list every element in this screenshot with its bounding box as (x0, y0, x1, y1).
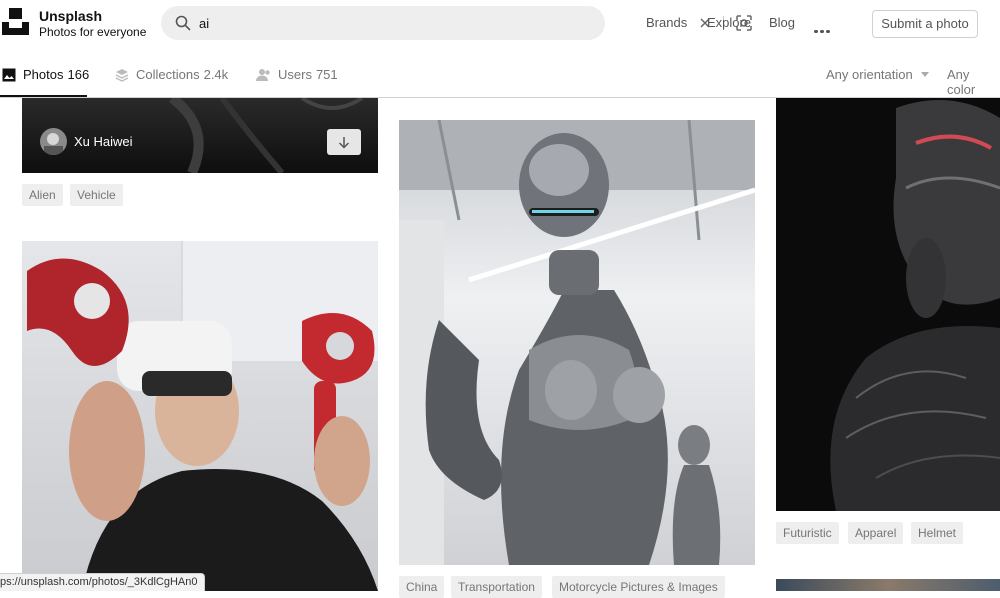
brand-tagline: Photos for everyone (39, 25, 147, 39)
status-bar-url: ps://unsplash.com/photos/_3KdlCgHAn0 (0, 573, 205, 591)
tab-photos[interactable]: Photos 166 (2, 67, 89, 82)
orientation-filter-label: Any orientation (826, 67, 913, 82)
search-icon[interactable] (175, 15, 191, 31)
tab-photos-label: Photos (23, 67, 64, 82)
top-navigation: Unsplash Photos for everyone Brands Expl… (0, 0, 1000, 46)
submit-photo-button[interactable]: Submit a photo (872, 10, 978, 38)
photo-card-robot[interactable] (399, 120, 755, 565)
photo-card-vr[interactable] (22, 241, 378, 591)
brand-name: Unsplash (39, 8, 103, 24)
chevron-down-icon (920, 72, 929, 77)
tab-users-count: 751 (315, 67, 338, 82)
tag-apparel[interactable]: Apparel (848, 522, 904, 544)
tag-china[interactable]: China (399, 576, 445, 598)
photo-card-next[interactable] (776, 579, 1000, 591)
tab-users-label: Users (278, 67, 312, 82)
tab-collections[interactable]: Collections 2.4k (115, 67, 228, 82)
tag-motorcycle[interactable]: Motorcycle Pictures & Images (552, 576, 725, 598)
download-icon (338, 136, 350, 149)
tab-photos-count: 166 (67, 67, 90, 82)
image-icon (2, 68, 16, 81)
download-button[interactable] (327, 129, 361, 155)
tab-users[interactable]: Users 751 (256, 67, 338, 82)
author-name: Xu Haiwei (74, 134, 133, 149)
tag-alien[interactable]: Alien (22, 184, 63, 206)
users-icon (256, 68, 270, 81)
more-horizontal-icon[interactable] (814, 20, 832, 33)
tag-futuristic[interactable]: Futuristic (776, 522, 839, 544)
tag-transportation[interactable]: Transportation (451, 576, 542, 598)
tab-collections-label: Collections (136, 67, 200, 82)
photo-image (399, 120, 755, 565)
color-filter-label: Any color (947, 67, 976, 97)
unsplash-logo-icon[interactable] (2, 8, 29, 35)
tag-vehicle[interactable]: Vehicle (70, 184, 123, 206)
avatar (40, 128, 67, 155)
tag-helmet[interactable]: Helmet (911, 522, 964, 544)
photo-author[interactable]: Xu Haiwei (40, 128, 133, 155)
photo-image (27, 241, 378, 591)
search-input[interactable] (199, 13, 529, 33)
stack-icon (115, 68, 129, 82)
tab-collections-count: 2.4k (203, 67, 229, 82)
nav-brands[interactable]: Brands (646, 15, 687, 30)
photo-card-dark-robot[interactable] (776, 98, 1000, 511)
brand[interactable]: Unsplash Photos for everyone (39, 9, 146, 40)
color-filter[interactable]: Any color (947, 67, 1000, 97)
search-bar (161, 6, 752, 40)
nav-blog[interactable]: Blog (769, 15, 795, 30)
orientation-filter[interactable]: Any orientation (826, 67, 929, 82)
search-result-tabs: Photos 166 Collections 2.4k Users 751 An… (0, 54, 1000, 97)
nav-explore[interactable]: Explore (707, 15, 751, 30)
photo-image (830, 100, 1000, 511)
